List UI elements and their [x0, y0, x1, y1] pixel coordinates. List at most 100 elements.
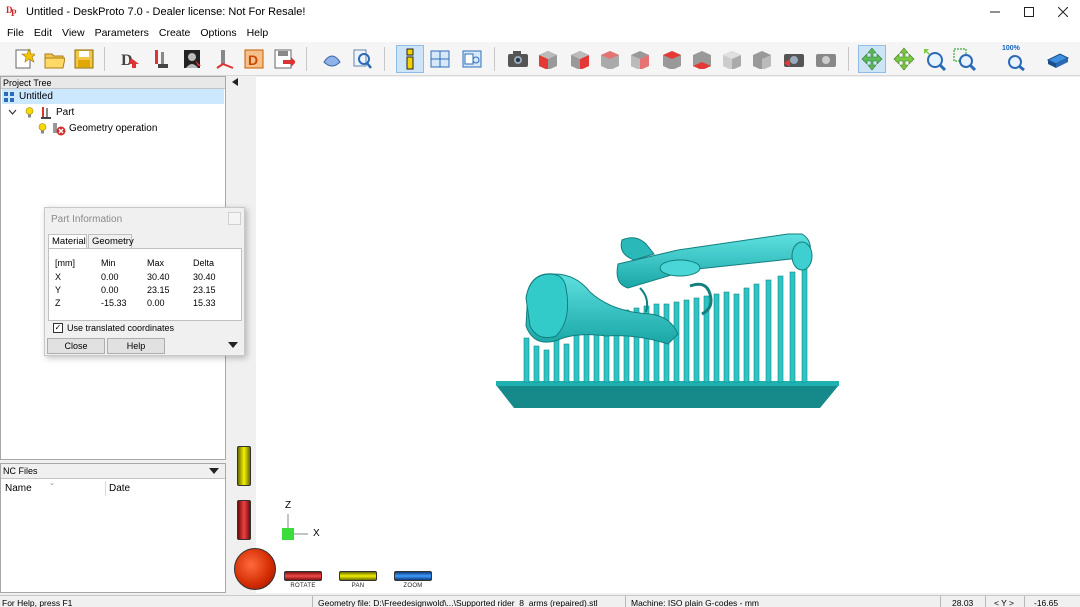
- toolpath-icon: [216, 50, 234, 69]
- column-divider[interactable]: [105, 481, 106, 496]
- open-project-button[interactable]: [40, 45, 68, 73]
- logo-letter-p: P: [11, 8, 17, 18]
- nc-files-panel: NC Files Name ⌄ Date: [0, 463, 226, 593]
- project-icon: [2, 90, 16, 104]
- panel-collapse-icon[interactable]: [232, 78, 238, 86]
- menu-parameters[interactable]: Parameters: [90, 27, 154, 39]
- close-window-button[interactable]: [1046, 0, 1080, 24]
- tree-label-part: Part: [56, 107, 75, 118]
- image-button[interactable]: [178, 45, 206, 73]
- zoom-in-icon: [924, 49, 946, 71]
- zoom-slider[interactable]: [394, 571, 432, 581]
- preview-button[interactable]: [458, 45, 486, 73]
- menu-edit[interactable]: Edit: [29, 27, 57, 39]
- tree-label-geometry-operation: Geometry operation: [69, 123, 158, 134]
- view-previous-button[interactable]: [780, 45, 808, 73]
- close-button[interactable]: Close: [47, 338, 105, 354]
- simulation-button[interactable]: [318, 45, 346, 73]
- 3d-model[interactable]: [490, 228, 844, 412]
- row-y-axis: Y: [55, 285, 62, 295]
- status-bar: For Help, press F1 Geometry file: D:\Fre…: [0, 595, 1080, 607]
- export-icon: [274, 49, 295, 69]
- toolbar: D D 100%: [0, 42, 1080, 76]
- minimize-icon: [990, 11, 1000, 13]
- lightbulb-icon[interactable]: [22, 106, 36, 120]
- title-bar: D P Untitled - DeskProto 7.0 - Dealer li…: [0, 0, 1080, 24]
- menu-help[interactable]: Help: [242, 27, 274, 39]
- tree-item-geometry-operation[interactable]: Geometry operation: [35, 121, 157, 136]
- zoom-100-button[interactable]: 100%: [1000, 45, 1028, 73]
- export-button[interactable]: [270, 45, 298, 73]
- row-x-axis: X: [55, 272, 62, 282]
- part-icon: [155, 50, 168, 68]
- zoom-window-button[interactable]: [950, 45, 978, 73]
- rotate-mode-button[interactable]: [858, 45, 886, 73]
- tree-item-part[interactable]: Part: [5, 105, 74, 120]
- collapse-chevron-icon[interactable]: [5, 106, 19, 120]
- translated-coordinates-option[interactable]: ✓ Use translated coordinates: [53, 323, 174, 333]
- status-help: For Help, press F1: [2, 598, 73, 607]
- help-button[interactable]: Help: [107, 338, 165, 354]
- tree-item-untitled[interactable]: Untitled: [2, 89, 224, 104]
- minimize-button[interactable]: [978, 0, 1012, 24]
- row-z-delta: 15.33: [193, 298, 216, 308]
- toolpath-button[interactable]: [210, 45, 238, 73]
- lightbulb-icon[interactable]: [35, 122, 49, 136]
- inspect-button[interactable]: [348, 45, 376, 73]
- part-button[interactable]: [148, 45, 176, 73]
- vertical-rotate-slider[interactable]: [237, 500, 251, 540]
- help-book-button[interactable]: [1044, 45, 1072, 73]
- camera-button[interactable]: [504, 45, 532, 73]
- rotate-slider-label: ROTATE: [290, 583, 316, 589]
- dialog-title: Part Information: [51, 214, 123, 225]
- dropdown-arrow-icon[interactable]: [209, 468, 219, 476]
- view-next-button[interactable]: [812, 45, 840, 73]
- view-back-button[interactable]: [596, 45, 624, 73]
- menu-file[interactable]: File: [2, 27, 29, 39]
- project-tree-header: Project Tree: [1, 77, 225, 89]
- menu-create[interactable]: Create: [154, 27, 196, 39]
- dialog-close-button[interactable]: [228, 212, 241, 225]
- tab-material[interactable]: Material: [48, 234, 87, 249]
- new-project-button[interactable]: [10, 45, 38, 73]
- cube-right-icon: [571, 51, 589, 69]
- pan-mode-button[interactable]: [890, 45, 918, 73]
- cube-top-icon: [663, 51, 681, 69]
- save-icon: [74, 49, 94, 69]
- save-project-button[interactable]: [70, 45, 98, 73]
- menu-view[interactable]: View: [57, 27, 90, 39]
- view-left-button[interactable]: [626, 45, 654, 73]
- vertical-pan-slider[interactable]: [237, 446, 251, 486]
- model-shoulder: [525, 273, 569, 339]
- zoom-mode-button[interactable]: [920, 45, 948, 73]
- pan-slider-label: PAN: [351, 583, 365, 589]
- view-right-button[interactable]: [566, 45, 594, 73]
- expand-arrow-icon[interactable]: [228, 342, 238, 348]
- cube-bottom-icon: [693, 51, 711, 69]
- dxf-icon: D: [244, 49, 264, 69]
- layout-button[interactable]: [426, 45, 454, 73]
- info-icon: [406, 48, 414, 70]
- menu-options[interactable]: Options: [195, 27, 241, 39]
- pan-slider[interactable]: [339, 571, 377, 581]
- tab-geometry[interactable]: Geometry: [88, 234, 134, 249]
- rotate-knob[interactable]: [234, 548, 276, 590]
- rotate-slider[interactable]: [284, 571, 322, 581]
- nc-col-name[interactable]: Name: [5, 483, 32, 494]
- load-geometry-button[interactable]: D: [116, 45, 144, 73]
- dimensions-table: [mm] Min Max Delta X 0.00 30.40 30.40 Y …: [48, 248, 242, 321]
- view-front-button[interactable]: [534, 45, 562, 73]
- nc-col-date[interactable]: Date: [109, 483, 130, 494]
- nc-files-title: NC Files: [3, 466, 38, 476]
- menu-bar: File Edit View Parameters Create Options…: [0, 24, 1080, 42]
- view-iso2-button[interactable]: [748, 45, 776, 73]
- part-information-button[interactable]: [396, 45, 424, 73]
- view-bottom-button[interactable]: [688, 45, 716, 73]
- cube-back-icon: [601, 51, 619, 69]
- dxf-button[interactable]: D: [240, 45, 268, 73]
- view-iso-button[interactable]: [718, 45, 746, 73]
- translated-coordinates-checkbox[interactable]: ✓: [53, 323, 63, 333]
- view-top-button[interactable]: [658, 45, 686, 73]
- maximize-button[interactable]: [1012, 0, 1046, 24]
- window-title: Untitled - DeskProto 7.0 - Dealer licens…: [26, 6, 306, 18]
